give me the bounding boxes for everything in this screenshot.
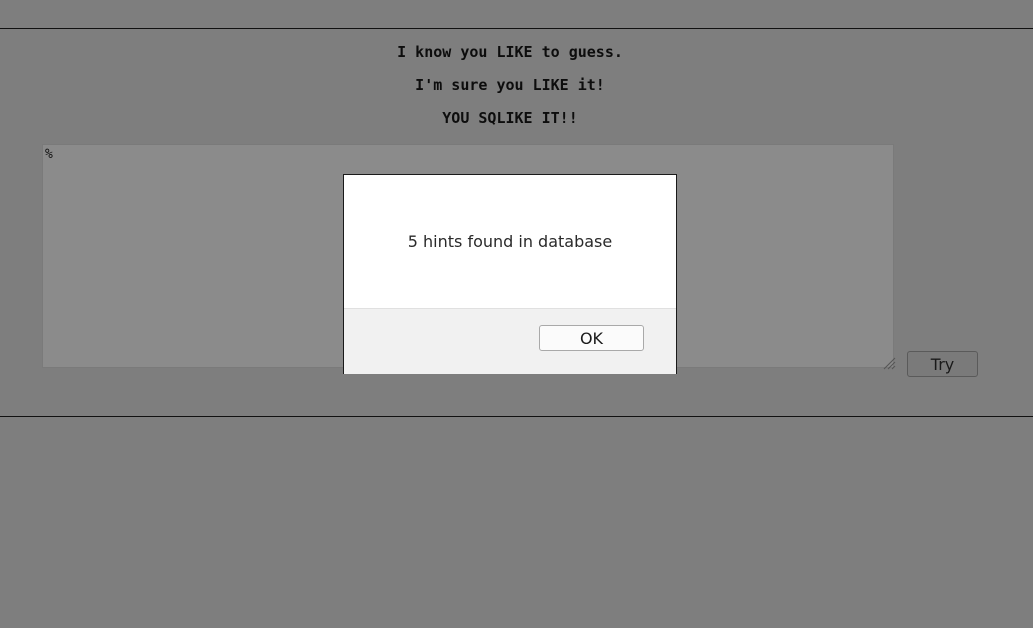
alert-message: 5 hints found in database <box>407 232 613 251</box>
alert-dialog: 5 hints found in database OK <box>343 174 677 374</box>
heading-line-2: I'm sure you LIKE it! <box>415 76 605 94</box>
resize-grip-icon[interactable] <box>882 356 896 370</box>
alert-footer: OK <box>344 308 676 374</box>
top-divider <box>0 28 1033 29</box>
ok-button[interactable]: OK <box>539 325 644 351</box>
heading-line-3: YOU SQLIKE IT!! <box>442 109 578 127</box>
heading-line-1: I know you LIKE to guess. <box>397 43 623 61</box>
bottom-divider <box>0 416 1033 417</box>
try-button[interactable]: Try <box>907 351 978 377</box>
